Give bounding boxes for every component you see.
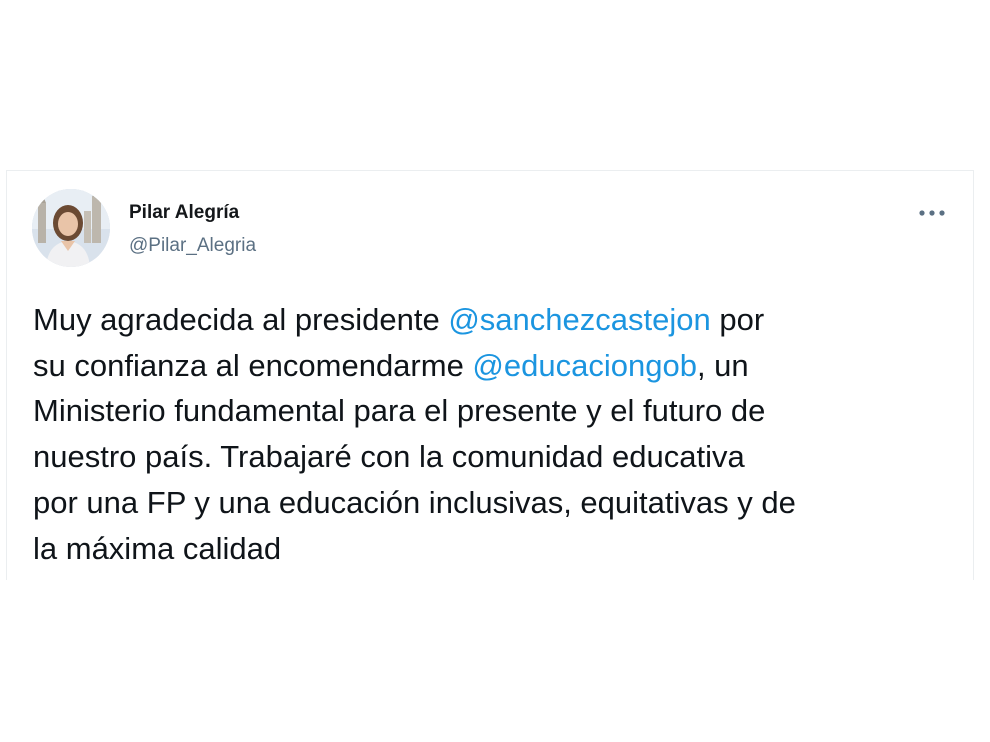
author-name[interactable]: Pilar Alegría	[129, 202, 239, 224]
mention-link-educaciongob[interactable]: @educaciongob	[472, 348, 697, 383]
tweet-card: Pilar Alegría @Pilar_Alegria Muy agradec…	[6, 170, 974, 580]
avatar[interactable]	[32, 189, 110, 267]
tweet-text-segment: por	[710, 302, 765, 337]
tweet-text-segment: Muy agradecida al presidente	[33, 302, 449, 337]
more-horizontal-icon	[919, 210, 945, 216]
tweet-line: su confianza al encomendarme @educaciong…	[33, 343, 958, 389]
tweet-line: por una FP y una educación inclusivas, e…	[33, 484, 796, 520]
tweet-line: la máxima calidad	[33, 530, 282, 566]
mention-link-sanchezcastejon[interactable]: @sanchezcastejon	[448, 302, 710, 337]
tweet-line: Ministerio fundamental para el presente …	[33, 393, 766, 429]
avatar-photo	[32, 189, 110, 267]
tweet-text: Muy agradecida al presidente @sanchezcas…	[33, 297, 958, 571]
tweet-text-segment: , un	[696, 347, 749, 383]
tweet-line: Muy agradecida al presidente @sanchezcas…	[33, 297, 958, 343]
tweet-line: nuestro país. Trabajaré con la comunidad…	[33, 439, 745, 475]
author-handle[interactable]: @Pilar_Alegria	[129, 235, 256, 257]
more-options-button[interactable]	[912, 201, 952, 225]
tweet-text-segment: su confianza al encomendarme	[33, 347, 473, 383]
